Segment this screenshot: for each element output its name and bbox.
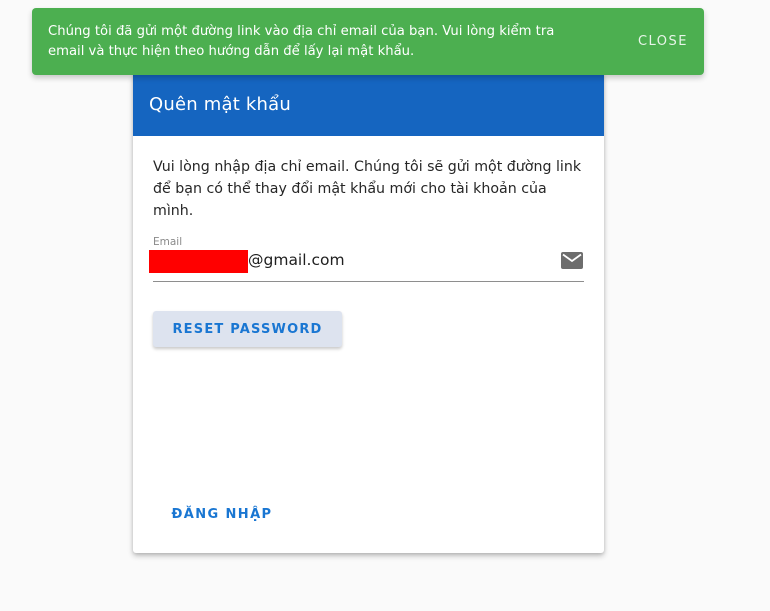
card-title: Quên mật khẩu bbox=[149, 93, 291, 115]
email-value-suffix: @gmail.com bbox=[248, 251, 345, 269]
login-link[interactable]: ĐĂNG NHẬP bbox=[157, 496, 287, 532]
email-underline bbox=[153, 281, 584, 282]
mail-icon bbox=[560, 250, 584, 270]
reset-password-button[interactable]: RESET PASSWORD bbox=[153, 311, 342, 347]
forgot-password-page: Quên mật khẩu Vui lòng nhập địa chỉ emai… bbox=[0, 0, 770, 611]
card-header: Quên mật khẩu bbox=[133, 72, 604, 136]
card-body: Vui lòng nhập địa chỉ email. Chúng tôi s… bbox=[133, 136, 604, 347]
forgot-password-card: Quên mật khẩu Vui lòng nhập địa chỉ emai… bbox=[133, 72, 604, 553]
email-label: Email bbox=[153, 236, 183, 248]
email-field[interactable]: Email @gmail.com bbox=[149, 236, 584, 282]
success-snackbar: Chúng tôi đã gửi một đường link vào địa … bbox=[32, 8, 704, 75]
snackbar-message: Chúng tôi đã gửi một đường link vào địa … bbox=[48, 23, 555, 59]
redacted-email-local-part bbox=[149, 250, 248, 273]
instructions-text: Vui lòng nhập địa chỉ email. Chúng tôi s… bbox=[153, 159, 582, 219]
snackbar-close-button[interactable]: CLOSE bbox=[638, 26, 688, 57]
